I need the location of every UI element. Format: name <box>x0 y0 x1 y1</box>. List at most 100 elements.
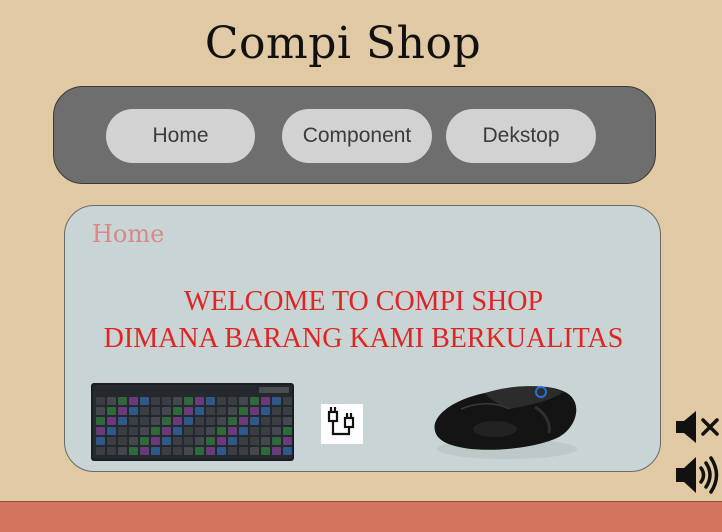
keyboard-key <box>162 407 171 415</box>
keyboard-key <box>107 437 116 445</box>
footer-bar <box>0 501 722 532</box>
keyboard-key <box>107 397 116 405</box>
keyboard-key <box>228 447 237 455</box>
keyboard-key <box>283 407 292 415</box>
keyboard-key <box>195 407 204 415</box>
keyboard-key <box>283 397 292 405</box>
keyboard-key <box>140 407 149 415</box>
keyboard-key <box>217 407 226 415</box>
keyboard-key <box>217 417 226 425</box>
keyboard-key <box>206 397 215 405</box>
keyboard-key <box>151 447 160 455</box>
keyboard-key <box>239 407 248 415</box>
keyboard-key <box>140 397 149 405</box>
keyboard-key <box>140 427 149 435</box>
keyboard-key <box>250 417 259 425</box>
keyboard-key <box>184 437 193 445</box>
keyboard-key <box>239 397 248 405</box>
keyboard-key <box>272 397 281 405</box>
keyboard-key <box>140 417 149 425</box>
keyboard-key <box>283 427 292 435</box>
keyboard-key <box>151 427 160 435</box>
keyboard-key <box>140 447 149 455</box>
keyboard-key <box>239 427 248 435</box>
keyboard-key <box>272 427 281 435</box>
keyboard-key <box>217 397 226 405</box>
keyboard-key <box>118 417 127 425</box>
keyboard-key <box>250 447 259 455</box>
keyboard-key <box>151 437 160 445</box>
keyboard-key <box>96 407 105 415</box>
keyboard-key <box>217 437 226 445</box>
keyboard-key <box>272 417 281 425</box>
keyboard-key <box>261 447 270 455</box>
nav-bar: Home Component Dekstop <box>53 86 656 184</box>
keyboard-key <box>206 437 215 445</box>
keyboard-key <box>96 397 105 405</box>
keyboard-key <box>217 427 226 435</box>
keyboard-key <box>195 447 204 455</box>
keyboard-key <box>173 447 182 455</box>
keyboard-key <box>96 427 105 435</box>
keyboard-key <box>118 437 127 445</box>
keyboard-key <box>107 447 116 455</box>
keyboard-key <box>206 417 215 425</box>
keyboard-key <box>206 427 215 435</box>
keyboard-key <box>129 407 138 415</box>
keyboard-key <box>173 397 182 405</box>
keyboard-key <box>250 437 259 445</box>
keyboard-key <box>173 427 182 435</box>
keyboard-key <box>261 407 270 415</box>
keyboard-key <box>96 417 105 425</box>
volume-icon[interactable] <box>674 454 720 496</box>
gaming-mouse-image <box>434 386 577 459</box>
keyboard-key <box>261 437 270 445</box>
keyboard-key <box>217 447 226 455</box>
nav-home-button[interactable]: Home <box>106 109 255 163</box>
keyboard-key <box>283 417 292 425</box>
content-panel: Home WELCOME TO COMPI SHOP DIMANA BARANG… <box>64 205 661 472</box>
keyboard-key <box>250 397 259 405</box>
keyboard-key <box>129 397 138 405</box>
keyboard-key <box>261 417 270 425</box>
keyboard-key <box>195 397 204 405</box>
keyboard-key <box>129 437 138 445</box>
keyboard-key <box>129 447 138 455</box>
keyboard-key <box>195 437 204 445</box>
nav-dekstop-button[interactable]: Dekstop <box>446 109 596 163</box>
keyboard-key <box>228 417 237 425</box>
keyboard-key <box>173 437 182 445</box>
keyboard-image <box>91 383 294 461</box>
keyboard-key <box>118 447 127 455</box>
keyboard-key <box>272 437 281 445</box>
keyboard-key <box>184 447 193 455</box>
keyboard-key <box>261 427 270 435</box>
keyboard-key <box>239 417 248 425</box>
keyboard-key <box>162 417 171 425</box>
keyboard-key <box>184 407 193 415</box>
mute-icon[interactable] <box>674 409 720 445</box>
keyboard-key <box>228 427 237 435</box>
keyboard-key <box>96 447 105 455</box>
keyboard-key <box>129 417 138 425</box>
keyboard-key <box>129 427 138 435</box>
keyboard-key <box>151 417 160 425</box>
keyboard-key <box>250 427 259 435</box>
keyboard-key <box>162 437 171 445</box>
keyboard-key <box>162 447 171 455</box>
usb-plug-icon <box>321 404 363 444</box>
keyboard-key <box>184 427 193 435</box>
welcome-heading: WELCOME TO COMPI SHOP <box>183 286 544 317</box>
keyboard-key <box>195 417 204 425</box>
keyboard-key <box>118 397 127 405</box>
keyboard-key <box>239 447 248 455</box>
keyboard-key <box>184 397 193 405</box>
keyboard-key <box>250 407 259 415</box>
nav-component-button[interactable]: Component <box>282 109 432 163</box>
keyboard-key <box>228 437 237 445</box>
keyboard-key <box>272 407 281 415</box>
keyboard-key <box>162 397 171 405</box>
keyboard-key <box>140 437 149 445</box>
keyboard-key <box>283 437 292 445</box>
keyboard-key <box>173 417 182 425</box>
